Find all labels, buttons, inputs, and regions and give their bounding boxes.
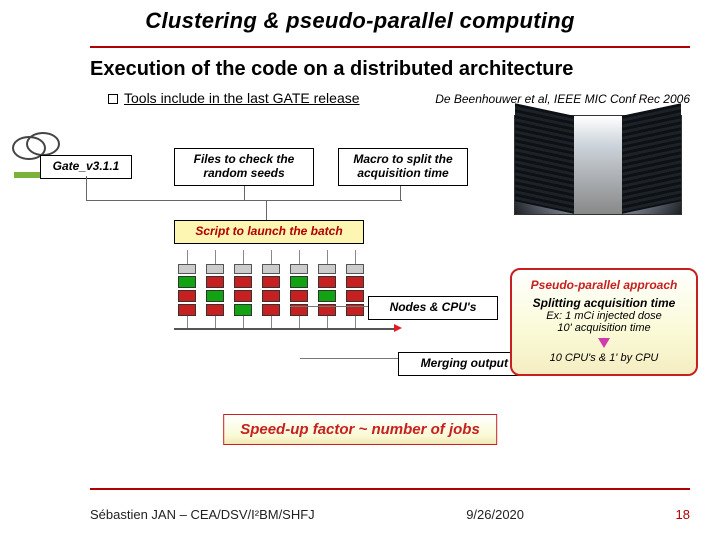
pp-line-example: Ex: 1 mCi injected dose bbox=[522, 310, 686, 322]
page-number: 18 bbox=[676, 507, 690, 522]
bullet-text: Tools include in the last GATE release bbox=[124, 90, 360, 106]
merge-rail bbox=[174, 328, 394, 330]
cell-red bbox=[206, 276, 224, 288]
job-head bbox=[290, 264, 308, 274]
job-head bbox=[178, 264, 196, 274]
job-stem bbox=[215, 250, 216, 264]
job-column bbox=[206, 264, 224, 316]
job-head bbox=[346, 264, 364, 274]
cell-red bbox=[178, 304, 196, 316]
datacenter-photo bbox=[514, 115, 682, 215]
divider-footer bbox=[90, 488, 690, 490]
connector bbox=[86, 176, 87, 200]
job-head bbox=[262, 264, 280, 274]
box-macro-split: Macro to split the acquisition time bbox=[338, 148, 468, 186]
cpu-jobs-diagram bbox=[174, 250, 394, 346]
cell-red bbox=[206, 304, 224, 316]
job-head bbox=[206, 264, 224, 274]
job-column bbox=[290, 264, 308, 316]
job-stem bbox=[299, 250, 300, 264]
bullet-tools: Tools include in the last GATE release bbox=[108, 90, 360, 106]
cell-red bbox=[318, 276, 336, 288]
cell-red bbox=[262, 290, 280, 302]
cell-red bbox=[262, 304, 280, 316]
cell-green bbox=[234, 304, 252, 316]
job-stem bbox=[327, 250, 328, 264]
job-stem bbox=[243, 250, 244, 264]
divider-top bbox=[90, 46, 690, 48]
box-nodes-cpus: Nodes & CPU's bbox=[368, 296, 498, 320]
job-stem bbox=[271, 250, 272, 264]
arrow-down-icon bbox=[598, 338, 610, 348]
cell-red bbox=[178, 290, 196, 302]
connector-to-nodes bbox=[290, 306, 368, 307]
pp-line-acq-time: 10' acquisition time bbox=[522, 322, 686, 334]
connector bbox=[400, 186, 401, 200]
cell-green bbox=[206, 290, 224, 302]
cell-green bbox=[290, 276, 308, 288]
job-column bbox=[262, 264, 280, 316]
cell-red bbox=[346, 290, 364, 302]
footer-date: 9/26/2020 bbox=[466, 507, 524, 522]
job-column bbox=[346, 264, 364, 316]
job-stem bbox=[187, 250, 188, 264]
job-column bbox=[318, 264, 336, 316]
cell-red bbox=[234, 276, 252, 288]
cell-red bbox=[346, 276, 364, 288]
citation: De Beenhouwer et al, IEEE MIC Conf Rec 2… bbox=[435, 92, 690, 106]
pp-header: Pseudo-parallel approach bbox=[522, 278, 686, 292]
bullet-icon bbox=[108, 94, 118, 104]
pseudo-parallel-box: Pseudo-parallel approach Splitting acqui… bbox=[510, 268, 698, 376]
merge-arrow-icon bbox=[394, 324, 402, 332]
connector bbox=[266, 200, 267, 220]
pp-line-result: 10 CPU's & 1' by CPU bbox=[522, 352, 686, 364]
slide-title: Clustering & pseudo-parallel computing bbox=[0, 8, 720, 34]
job-column bbox=[178, 264, 196, 316]
box-script-batch: Script to launch the batch bbox=[174, 220, 364, 244]
cell-red bbox=[262, 276, 280, 288]
connector bbox=[244, 186, 245, 200]
job-head bbox=[234, 264, 252, 274]
box-files-check: Files to check the random seeds bbox=[174, 148, 314, 186]
cell-red bbox=[234, 290, 252, 302]
footer: Sébastien JAN – CEA/DSV/I²BM/SHFJ 9/26/2… bbox=[90, 507, 690, 522]
speedup-callout: Speed-up factor ~ number of jobs bbox=[223, 414, 497, 445]
cell-green bbox=[178, 276, 196, 288]
cell-green bbox=[318, 290, 336, 302]
job-head bbox=[318, 264, 336, 274]
slide: Clustering & pseudo-parallel computing E… bbox=[0, 0, 720, 540]
pp-line-splitting: Splitting acquisition time bbox=[522, 296, 686, 310]
slide-subtitle: Execution of the code on a distributed a… bbox=[90, 58, 690, 81]
connector-to-merge bbox=[300, 350, 400, 368]
footer-author: Sébastien JAN – CEA/DSV/I²BM/SHFJ bbox=[90, 507, 315, 522]
job-stem bbox=[355, 250, 356, 264]
cell-red bbox=[290, 290, 308, 302]
connector bbox=[244, 200, 402, 201]
job-column bbox=[234, 264, 252, 316]
connector bbox=[86, 200, 266, 201]
